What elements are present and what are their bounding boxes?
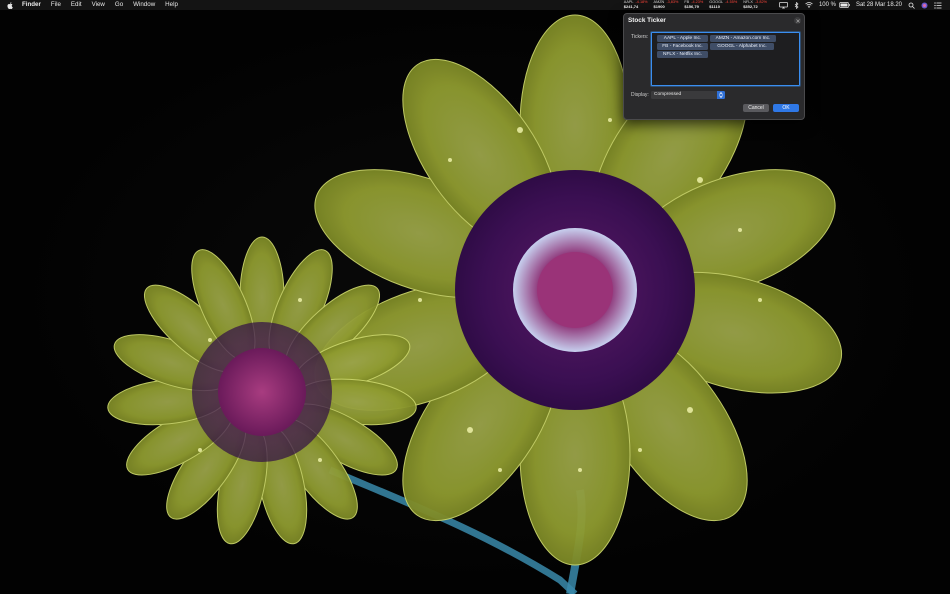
siri-icon[interactable] — [921, 0, 928, 10]
ticker-price: $1110 — [709, 4, 720, 9]
display-select[interactable]: Compressed — [651, 91, 725, 99]
tickers-label: Tickers: — [631, 34, 649, 40]
apple-menu-icon[interactable] — [6, 0, 14, 10]
ticker-price: $241,74 — [623, 4, 639, 9]
display-select-value: Compressed — [654, 92, 682, 97]
bluetooth-icon[interactable] — [794, 0, 799, 10]
ticker-token-googl[interactable]: GOOGL - Alphabet Inc. — [710, 43, 774, 50]
dialog-title: Stock Ticker — [628, 17, 666, 24]
wifi-icon[interactable] — [805, 0, 813, 10]
close-button[interactable] — [794, 17, 801, 24]
ticker-token-amzn[interactable]: AMZN - Amazon.com Inc. — [710, 35, 776, 42]
menu-help[interactable]: Help — [165, 0, 178, 10]
menu-edit[interactable]: Edit — [71, 0, 82, 10]
ok-button[interactable]: OK — [773, 104, 799, 112]
ticker-price: $156,79 — [684, 4, 699, 9]
menu-file[interactable]: File — [51, 0, 61, 10]
menu-bar: Finder File Edit View Go Window Help AAP… — [0, 0, 950, 10]
chevron-updown-icon — [717, 91, 725, 99]
close-icon — [795, 18, 800, 23]
ticker-fb[interactable]: FB -4.23% $156,79 — [684, 0, 703, 10]
ticker-price: $1900 — [653, 4, 665, 9]
menu-window[interactable]: Window — [133, 0, 155, 10]
cancel-button[interactable]: Cancel — [743, 104, 769, 112]
battery-percent[interactable]: 100 % — [819, 0, 836, 10]
ticker-nflx[interactable]: NFLX -3.82% $352,72 — [743, 0, 767, 10]
menubar-clock[interactable]: Sat 28 Mar 18.20 — [856, 0, 902, 10]
wallpaper-flower-image — [107, 14, 843, 594]
ticker-token-aapl[interactable]: AAPL - Apple Inc. — [657, 35, 708, 42]
display-label: Display: — [631, 92, 649, 98]
ticker-price: $352,72 — [743, 4, 758, 9]
menu-view[interactable]: View — [92, 0, 105, 10]
ticker-amzn[interactable]: AMZN -3,83% $1900 — [654, 0, 679, 10]
battery-icon[interactable] — [839, 0, 850, 10]
spotlight-search-icon[interactable] — [908, 0, 915, 10]
stock-ticker-dialog: Stock Ticker Tickers: AAPL - Apple Inc. … — [623, 13, 805, 120]
ticker-googl[interactable]: GOOGL -4.55% $1110 — [709, 0, 737, 10]
menu-app-name[interactable]: Finder — [22, 0, 41, 10]
airplay-icon[interactable] — [779, 0, 788, 10]
ticker-aapl[interactable]: AAPL -4.18% $241,74 — [624, 0, 648, 10]
ticker-token-fb[interactable]: FB - Facebook Inc. — [657, 43, 708, 50]
ticker-token-nflx[interactable]: NFLX - Netflix Inc. — [657, 51, 708, 58]
tickers-token-field[interactable]: AAPL - Apple Inc. AMZN - Amazon.com Inc.… — [651, 32, 800, 86]
notification-center-icon[interactable] — [934, 0, 942, 10]
desktop: Finder File Edit View Go Window Help AAP… — [0, 0, 950, 594]
menu-go[interactable]: Go — [115, 0, 123, 10]
